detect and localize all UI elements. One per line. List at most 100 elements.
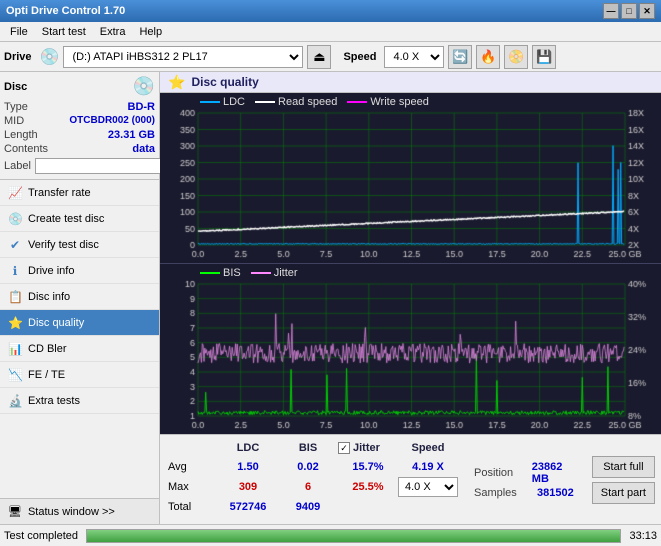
sidebar-menu: 📈 Transfer rate 💿 Create test disc ✔ Ver… (0, 180, 159, 498)
disc-mid-value: OTCBDR002 (000) (69, 115, 155, 127)
stats-bis-avg: 0.02 (278, 461, 338, 473)
sidebar-item-fe-te[interactable]: 📉 FE / TE (0, 362, 159, 388)
sidebar-item-disc-info[interactable]: 📋 Disc info (0, 284, 159, 310)
chart2-legend: BIS Jitter (200, 267, 298, 279)
stats-ldc-header: LDC (218, 442, 278, 454)
disc-quality-header-icon: ⭐ (168, 74, 185, 91)
samples-row: Samples 381502 (474, 487, 578, 499)
disc-quality-header: ⭐ Disc quality (160, 72, 661, 93)
jitter-legend-color (251, 272, 271, 274)
sidebar-item-label: Transfer rate (28, 187, 91, 199)
status-text: Test completed (4, 530, 78, 542)
menu-starttest[interactable]: Start test (36, 24, 92, 40)
sidebar-item-verify-test-disc[interactable]: ✔ Verify test disc (0, 232, 159, 258)
menu-extra[interactable]: Extra (94, 24, 132, 40)
eject-button[interactable]: ⏏ (307, 45, 331, 69)
sidebar-item-extra-tests[interactable]: 🔬 Extra tests (0, 388, 159, 414)
close-button[interactable]: ✕ (639, 3, 655, 19)
sidebar-item-label: Drive info (28, 265, 74, 277)
stats-bis-total: 9409 (278, 501, 338, 513)
ldc-legend-color (200, 101, 220, 103)
position-row: Position 23862 MB (474, 461, 578, 485)
disc-button[interactable]: 📀 (504, 45, 528, 69)
disc-type-value: BD-R (128, 101, 156, 113)
sidebar-item-label: Verify test disc (28, 239, 99, 251)
sidebar-item-cd-bler[interactable]: 📊 CD Bler (0, 336, 159, 362)
action-buttons: Start full Start part (586, 435, 661, 524)
ldc-legend: LDC (200, 96, 245, 108)
bis-legend: BIS (200, 267, 241, 279)
sidebar-item-disc-quality[interactable]: ⭐ Disc quality (0, 310, 159, 336)
sidebar: Disc 💿 Type BD-R MID OTCBDR002 (000) Len… (0, 72, 160, 524)
stats-table: LDC BIS ✓ Jitter Speed Avg 1.50 0.02 15.… (160, 435, 466, 524)
stats-max-row: Max 309 6 25.5% 4.0 X (168, 477, 458, 497)
menu-help[interactable]: Help (133, 24, 168, 40)
stats-jitter-check[interactable]: ✓ Jitter (338, 442, 398, 454)
speed-label: Speed (343, 51, 376, 63)
menu-bar: File Start test Extra Help (0, 22, 661, 42)
speed-dropdown[interactable]: 4.0 X (398, 477, 458, 497)
disc-panel-icon: 💿 (133, 76, 155, 97)
disc-mid-label: MID (4, 115, 24, 127)
stats-speed-dropdown-container[interactable]: 4.0 X (398, 477, 458, 497)
drive-select[interactable]: (D:) ATAPI iHBS312 2 PL17 (63, 46, 303, 68)
stats-bis-header: BIS (278, 442, 338, 454)
disc-label-input[interactable] (35, 158, 173, 174)
read-speed-legend-label: Read speed (278, 96, 337, 108)
menu-file[interactable]: File (4, 24, 34, 40)
drive-toolbar: Drive 💿 (D:) ATAPI iHBS312 2 PL17 ⏏ Spee… (0, 42, 661, 72)
maximize-button[interactable]: □ (621, 3, 637, 19)
stats-avg-row: Avg 1.50 0.02 15.7% 4.19 X (168, 457, 458, 477)
disc-contents-row: Contents data (4, 143, 155, 155)
save-button[interactable]: 💾 (532, 45, 556, 69)
burn-button[interactable]: 🔥 (476, 45, 500, 69)
chart2-canvas (160, 264, 661, 434)
charts-area: LDC Read speed Write speed (160, 93, 661, 434)
title-bar: Opti Drive Control 1.70 — □ ✕ (0, 0, 661, 22)
disc-mid-row: MID OTCBDR002 (000) (4, 115, 155, 127)
progress-bar (86, 529, 621, 543)
bis-legend-label: BIS (223, 267, 241, 279)
drive-label: Drive (4, 51, 32, 63)
stats-avg-label: Avg (168, 461, 218, 473)
drive-icon: 💿 (40, 47, 60, 67)
sidebar-item-transfer-rate[interactable]: 📈 Transfer rate (0, 180, 159, 206)
disc-length-label: Length (4, 129, 38, 141)
cd-bler-icon: 📊 (8, 342, 22, 356)
progress-bar-fill (87, 530, 620, 542)
create-test-disc-icon: 💿 (8, 212, 22, 226)
disc-panel-title: Disc (4, 81, 27, 93)
stats-max-label: Max (168, 481, 218, 493)
disc-quality-icon: ⭐ (8, 316, 22, 330)
sidebar-item-label: FE / TE (28, 369, 65, 381)
minimize-button[interactable]: — (603, 3, 619, 19)
stats-jitter-max: 25.5% (338, 481, 398, 493)
sidebar-item-label: CD Bler (28, 343, 67, 355)
write-speed-legend: Write speed (347, 96, 429, 108)
sidebar-item-label: Extra tests (28, 395, 80, 407)
stats-panel: LDC BIS ✓ Jitter Speed Avg 1.50 0.02 15.… (160, 434, 661, 524)
samples-label: Samples (474, 487, 529, 499)
disc-contents-value: data (132, 143, 155, 155)
jitter-checkbox[interactable]: ✓ (338, 442, 350, 454)
jitter-legend: Jitter (251, 267, 298, 279)
status-window-button[interactable]: 🖥 Status window >> (0, 498, 159, 524)
disc-info-icon: 📋 (8, 290, 22, 304)
position-label: Position (474, 467, 524, 479)
start-full-button[interactable]: Start full (592, 456, 655, 478)
refresh-button[interactable]: 🔄 (448, 45, 472, 69)
status-bar: Test completed 33:13 (0, 524, 661, 546)
sidebar-item-drive-info[interactable]: ℹ Drive info (0, 258, 159, 284)
speed-select[interactable]: 4.0 X (384, 46, 444, 68)
status-time: 33:13 (629, 530, 657, 542)
transfer-rate-icon: 📈 (8, 186, 22, 200)
stats-total-row: Total 572746 9409 (168, 497, 458, 517)
verify-test-disc-icon: ✔ (8, 238, 22, 252)
content-area: ⭐ Disc quality LDC Read speed (160, 72, 661, 524)
stats-speed-val: 4.19 X (398, 461, 458, 473)
start-part-button[interactable]: Start part (592, 482, 655, 504)
stats-bis-max: 6 (278, 481, 338, 493)
jitter-legend-label: Jitter (274, 267, 298, 279)
position-value: 23862 MB (532, 461, 578, 485)
sidebar-item-create-test-disc[interactable]: 💿 Create test disc (0, 206, 159, 232)
